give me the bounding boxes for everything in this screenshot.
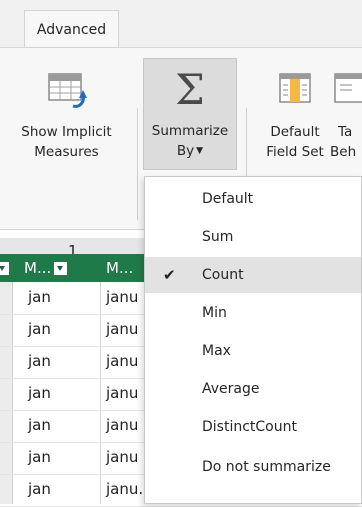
menu-item-label: Min — [202, 305, 227, 321]
cell: jan — [28, 416, 51, 434]
field-set-icon — [252, 60, 338, 122]
cell: jan — [28, 384, 51, 402]
ribbon-divider — [137, 108, 138, 220]
menu-item-max[interactable]: Max — [145, 333, 361, 369]
filter-dropdown-icon[interactable] — [54, 262, 68, 275]
table-behavior-label-1: Ta — [338, 124, 353, 140]
tab-advanced[interactable]: Advanced — [24, 10, 119, 48]
table-behavior-icon — [330, 60, 362, 122]
checkmark-icon: ✔ — [163, 266, 176, 284]
table-behavior-button[interactable]: Ta Beh — [330, 60, 362, 162]
summarize-by-button[interactable]: Σ Summarize By ▼ — [143, 58, 237, 170]
menu-item-label: Count — [202, 267, 244, 283]
summarize-label-1: Summarize — [151, 123, 229, 139]
menu-item-label: Average — [202, 381, 260, 397]
menu-item-distinctcount[interactable]: DistinctCount — [145, 409, 361, 445]
table-refresh-icon — [0, 60, 133, 122]
cell: jan — [28, 352, 51, 370]
default-field-set-button[interactable]: Default Field Set — [252, 60, 338, 162]
cell: janu — [106, 448, 139, 466]
menu-item-count[interactable]: ✔ Count — [145, 257, 361, 293]
summarize-label-2: By ▼ — [176, 143, 204, 159]
menu-item-label: Do not summarize — [202, 459, 331, 475]
show-implicit-label-2: Measures — [34, 144, 99, 160]
cell: jan — [28, 288, 51, 306]
column-header-label: M... — [106, 259, 134, 277]
menu-item-label: DistinctCount — [202, 419, 297, 435]
ribbon-tab-strip: Advanced — [0, 0, 362, 48]
cell: janu — [106, 320, 139, 338]
summarize-by-menu: Default Sum ✔ Count Min Max Average Dist… — [144, 176, 362, 504]
show-implicit-label-1: Show Implicit — [21, 124, 112, 140]
column-header-label: M... — [24, 259, 52, 277]
menu-item-label: Default — [202, 191, 254, 207]
column-filter-icon[interactable] — [0, 254, 12, 282]
cell: jan — [28, 480, 51, 498]
default-field-label-2: Field Set — [266, 144, 324, 160]
menu-item-label: Max — [202, 343, 231, 359]
sigma-icon: Σ — [175, 65, 205, 114]
cell: janu — [106, 416, 139, 434]
show-implicit-measures-button[interactable]: Show Implicit Measures — [0, 60, 133, 162]
default-field-label-1: Default — [270, 124, 320, 140]
cell: jan — [28, 320, 51, 338]
cell: janu — [106, 384, 139, 402]
menu-item-default[interactable]: Default — [145, 181, 361, 217]
menu-item-sum[interactable]: Sum — [145, 219, 361, 255]
table-behavior-label-2: Beh — [330, 144, 357, 160]
menu-item-average[interactable]: Average — [145, 371, 361, 407]
cell: jan — [28, 448, 51, 466]
cell: janu — [106, 288, 139, 306]
column-header[interactable]: M... — [106, 254, 133, 282]
chevron-down-icon: ▼ — [196, 146, 204, 156]
menu-item-label: Sum — [202, 229, 234, 245]
menu-item-min[interactable]: Min — [145, 295, 361, 331]
menu-item-do-not-summarize[interactable]: Do not summarize — [145, 449, 361, 485]
column-header[interactable]: M... — [24, 254, 70, 282]
cell: janu — [106, 352, 139, 370]
